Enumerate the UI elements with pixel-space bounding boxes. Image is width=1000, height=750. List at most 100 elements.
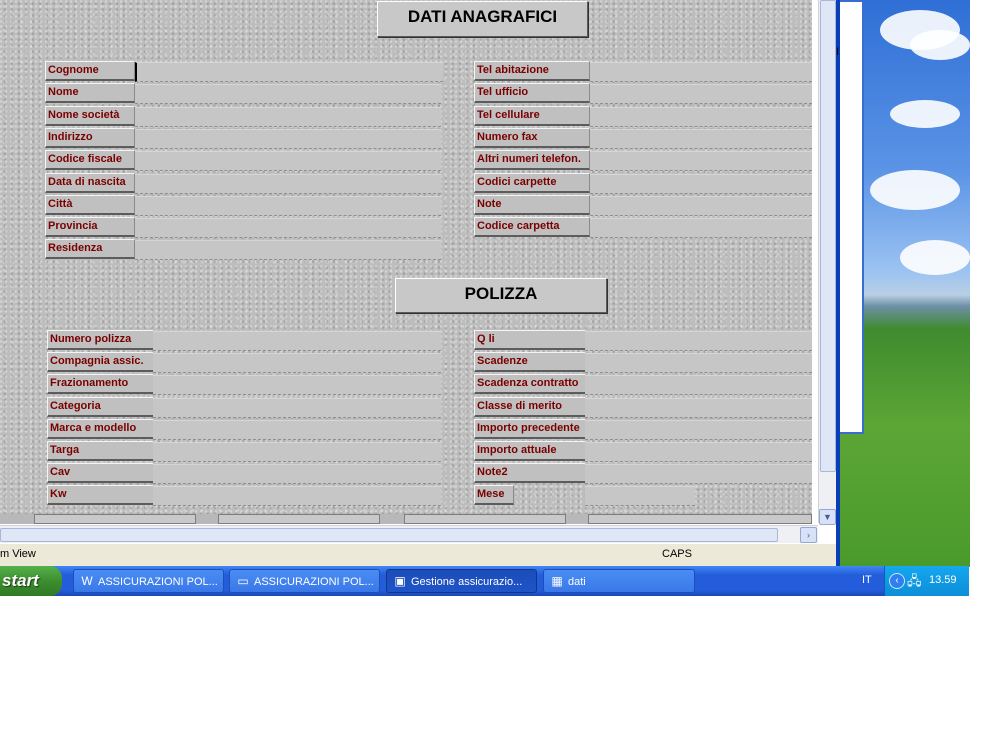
input-right2-5[interactable] xyxy=(585,442,812,462)
input-right2-6[interactable] xyxy=(585,464,812,485)
input-right1-2[interactable] xyxy=(590,106,812,127)
input-right1-0[interactable] xyxy=(590,62,812,82)
network-icon[interactable]: 🖧 xyxy=(907,572,922,594)
label-right2-6: Note2 xyxy=(474,463,586,484)
input-left2-7[interactable] xyxy=(153,486,441,507)
input-left1-6[interactable] xyxy=(135,195,441,216)
input-left2-3[interactable] xyxy=(153,397,441,418)
label-left1-6: Città xyxy=(45,194,135,215)
input-right1-5[interactable] xyxy=(590,173,812,194)
label-left2-2: Frazionamento xyxy=(47,374,154,395)
input-left1-7[interactable] xyxy=(135,218,441,239)
input-left1-4[interactable] xyxy=(135,151,441,172)
input-right2-3[interactable] xyxy=(585,397,812,418)
label-left1-3: Indirizzo xyxy=(45,127,135,148)
input-left1-3[interactable] xyxy=(135,128,441,149)
taskbar-button-3[interactable]: ▦ dati xyxy=(543,569,695,593)
scroll-right-button[interactable]: › xyxy=(800,527,817,543)
taskbar-button-0[interactable]: W ASSICURAZIONI POL... xyxy=(73,569,224,593)
taskbar-button-label: ASSICURAZIONI POL... xyxy=(98,576,218,588)
caps-indicator: CAPS xyxy=(662,548,692,560)
label-right1-1: Tel ufficio xyxy=(474,83,590,104)
input-right2-7[interactable] xyxy=(585,486,695,507)
label-right2-2: Scadenza contratto xyxy=(474,374,586,395)
label-right2-0: Q li xyxy=(474,330,586,350)
input-right1-1[interactable] xyxy=(590,84,812,105)
input-left1-0[interactable] xyxy=(135,62,443,82)
label-left2-6: Cav xyxy=(47,463,154,484)
taskbar-button-label: ASSICURAZIONI POL... xyxy=(254,576,374,588)
label-left2-3: Categoria xyxy=(47,396,154,417)
label-right1-7: Codice carpetta xyxy=(474,217,590,238)
input-left2-4[interactable] xyxy=(153,419,441,440)
label-left2-0: Numero polizza xyxy=(47,330,154,350)
status-view-text: m View xyxy=(0,548,36,560)
label-right1-4: Altri numeri telefon. xyxy=(474,150,590,171)
input-left1-8[interactable] xyxy=(135,240,441,261)
background-window-edge[interactable]: I xyxy=(836,0,864,434)
label-right1-2: Tel cellulare xyxy=(474,105,590,126)
input-right1-7[interactable] xyxy=(590,218,812,239)
taskbar-button-label: dati xyxy=(568,576,586,588)
label-left2-7: Kw xyxy=(47,485,154,506)
input-right1-3[interactable] xyxy=(590,128,812,149)
taskbar-button-1[interactable]: ▭ ASSICURAZIONI POL... xyxy=(229,569,380,593)
vertical-scroll-thumb[interactable] xyxy=(820,0,836,472)
label-left1-7: Provincia xyxy=(45,217,135,238)
label-right2-7: Mese xyxy=(474,485,514,506)
label-right1-5: Codici carpette xyxy=(474,172,590,193)
clock[interactable]: 13.59 xyxy=(929,574,957,586)
label-right2-5: Importo attuale xyxy=(474,441,586,461)
label-left1-4: Codice fiscale xyxy=(45,150,135,171)
taskbar: start W ASSICURAZIONI POL... ▭ ASSICURAZION… xyxy=(0,566,969,596)
input-right2-0[interactable] xyxy=(585,331,812,351)
label-right1-0: Tel abitazione xyxy=(474,61,590,81)
label-right2-3: Classe di merito xyxy=(474,396,586,417)
scroll-down-button[interactable]: ▼ xyxy=(819,509,836,525)
label-left2-4: Marca e modello xyxy=(47,418,154,439)
system-tray: ‹ 🖧 13.59 xyxy=(884,566,969,596)
input-left2-2[interactable] xyxy=(153,375,441,396)
section-title-dati-anagrafici: DATI ANAGRAFICI xyxy=(377,1,588,37)
input-right1-6[interactable] xyxy=(590,195,812,216)
label-left1-5: Data di nascita xyxy=(45,172,135,193)
input-right2-1[interactable] xyxy=(585,353,812,374)
horizontal-scrollbar[interactable]: › xyxy=(0,525,818,543)
input-left1-2[interactable] xyxy=(135,106,441,127)
input-left2-5[interactable] xyxy=(153,442,441,462)
input-left2-6[interactable] xyxy=(153,464,441,485)
label-right2-1: Scadenze xyxy=(474,352,586,373)
show-hidden-icons-icon[interactable]: ‹ xyxy=(889,573,905,589)
label-left1-2: Nome società xyxy=(45,105,135,126)
status-bar: m View CAPS xyxy=(0,543,836,566)
word-doc-icon: W xyxy=(81,574,93,588)
table-icon: ▦ xyxy=(551,574,563,588)
background-window-text: I xyxy=(836,46,840,58)
label-left2-5: Targa xyxy=(47,441,154,461)
input-right1-4[interactable] xyxy=(590,151,812,172)
input-right2-4[interactable] xyxy=(585,419,812,440)
taskbar-button-2[interactable]: ▣ Gestione assicurazio... xyxy=(386,569,537,593)
horizontal-scroll-thumb[interactable] xyxy=(0,528,778,542)
label-right1-3: Numero fax xyxy=(474,127,590,148)
input-left1-5[interactable] xyxy=(135,173,441,194)
label-left1-0: Cognome xyxy=(45,61,135,81)
label-left1-1: Nome xyxy=(45,83,135,104)
folder-icon: ▭ xyxy=(237,574,249,588)
vertical-scrollbar[interactable]: ▼ xyxy=(818,0,836,525)
label-right2-4: Importo precedente xyxy=(474,418,586,439)
taskbar-button-label: Gestione assicurazio... xyxy=(411,576,523,588)
input-left2-1[interactable] xyxy=(153,353,441,374)
input-right2-2[interactable] xyxy=(585,375,812,396)
label-left2-1: Compagnia assic. xyxy=(47,352,154,373)
access-form: DATI ANAGRAFICI POLIZZA Cognome Nome Nome … xyxy=(0,0,812,524)
input-left1-1[interactable] xyxy=(135,84,441,105)
section-title-polizza: POLIZZA xyxy=(395,278,607,313)
access-form-icon: ▣ xyxy=(394,574,406,588)
label-left1-8: Residenza xyxy=(45,239,135,260)
start-button[interactable]: start xyxy=(0,566,62,596)
language-indicator[interactable]: IT xyxy=(862,574,872,586)
record-navigation-strip xyxy=(0,514,812,524)
label-right1-6: Note xyxy=(474,194,590,215)
input-left2-0[interactable] xyxy=(153,331,441,351)
